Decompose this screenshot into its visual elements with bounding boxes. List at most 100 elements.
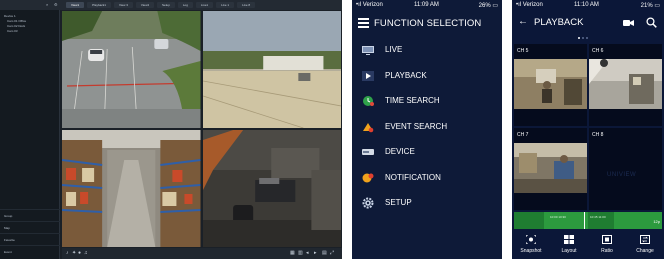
battery-indicator: 26% ▭ xyxy=(479,2,498,9)
layout-icon[interactable]: ▦ xyxy=(290,250,295,256)
tab[interactable]: Setup xyxy=(157,2,175,8)
time-search-icon xyxy=(363,96,374,106)
sidebar-section-item[interactable]: Event xyxy=(0,245,60,257)
live-monitor-icon xyxy=(362,46,374,55)
timeline-playhead[interactable] xyxy=(584,212,585,229)
channel-tile[interactable]: CH 6 xyxy=(589,44,662,126)
menu-item-device[interactable]: DEVICE xyxy=(352,140,502,166)
settings-icon[interactable]: ⚙ xyxy=(54,2,58,7)
grid-icon[interactable]: ▤ xyxy=(322,250,327,256)
fullscreen-icon[interactable]: ⤢ xyxy=(330,250,334,256)
layout-button[interactable]: Layout xyxy=(550,231,588,259)
capture-icon[interactable]: ✦ xyxy=(72,250,76,256)
live-view-grid xyxy=(62,11,341,247)
playback-screen: •ıl Verizon 11:10 AM 21% ▭ ← PLAYBACK CH… xyxy=(512,0,664,259)
tab[interactable]: Live 8 xyxy=(237,2,256,8)
video-record-icon[interactable] xyxy=(623,19,634,27)
search-icon[interactable] xyxy=(646,17,657,28)
timeline-end-label: 12p xyxy=(653,219,660,224)
menu-item-live[interactable]: LIVE xyxy=(352,38,502,64)
menu-item-label: LIVE xyxy=(385,45,403,54)
layout-icon xyxy=(564,235,574,244)
sidebar-section-item[interactable]: Map xyxy=(0,221,60,233)
menu-item-label: SETUP xyxy=(385,198,412,207)
device-tree-item[interactable]: Cam 03 xyxy=(0,29,60,34)
watermark-logo: UNIVIEW xyxy=(607,172,637,178)
hamburger-menu-icon[interactable] xyxy=(358,18,369,28)
toolbar-label: Change xyxy=(636,248,654,254)
sidebar-section-item[interactable]: Group xyxy=(0,209,60,221)
snapshot-button[interactable]: Snapshot xyxy=(512,231,550,259)
change-button[interactable]: Change xyxy=(626,231,664,259)
tab[interactable]: Live 1 xyxy=(216,2,235,8)
split-icon[interactable]: ▥ xyxy=(298,250,303,256)
function-selection-header: FUNCTION SELECTION xyxy=(352,12,502,36)
menu-item-event-search[interactable]: EVENT SEARCH xyxy=(352,115,502,141)
camera-feed-office[interactable] xyxy=(202,130,341,247)
tab[interactable]: View4 xyxy=(135,2,155,8)
channel-label: CH 7 xyxy=(517,132,529,138)
sidebar-section-item[interactable]: Favorite xyxy=(0,233,60,245)
back-arrow-icon[interactable]: ← xyxy=(518,16,528,27)
search-icon[interactable]: ⌕ xyxy=(46,2,50,7)
channel-feed xyxy=(589,59,662,109)
menu-item-label: DEVICE xyxy=(385,147,415,156)
toolbar-label: Ratio xyxy=(601,248,613,254)
menu-item-notification[interactable]: NOTIFICATION xyxy=(352,166,502,192)
function-menu: LIVE PLAYBACK TIME SEARCH EVENT SEARCH D… xyxy=(352,38,502,217)
camera-feed-rooftop[interactable] xyxy=(202,11,341,128)
playback-header: ← PLAYBACK xyxy=(512,12,664,34)
channel-tile[interactable]: CH 8 UNIVIEW xyxy=(589,128,662,210)
playback-icon xyxy=(362,70,374,81)
menu-item-label: EVENT SEARCH xyxy=(385,121,448,131)
menu-item-label: TIME SEARCH xyxy=(385,96,440,105)
page-dot xyxy=(582,37,584,39)
signal-icon: •ıl xyxy=(516,2,523,8)
function-selection-screen: •ıl Verizon 11:09 AM 26% ▭ FUNCTION SELE… xyxy=(352,0,502,259)
menu-item-playback[interactable]: PLAYBACK xyxy=(352,64,502,90)
clock: 11:10 AM xyxy=(574,2,599,8)
channel-feed xyxy=(514,59,587,109)
notification-icon xyxy=(362,173,374,182)
ratio-button[interactable]: Ratio xyxy=(588,231,626,259)
prev-icon[interactable]: ◂ xyxy=(306,250,309,256)
battery-indicator: 21% ▭ xyxy=(641,2,660,9)
page-indicator xyxy=(578,37,588,39)
playback-timeline[interactable]: 10:00 10:30 10:45 11:00 12p xyxy=(514,212,662,229)
status-bar: •ıl Verizon 11:10 AM 21% ▭ xyxy=(512,0,664,11)
carrier-label: •ıl Verizon xyxy=(356,2,383,8)
menu-item-setup[interactable]: SETUP xyxy=(352,191,502,217)
timeline-label: 10:00 10:30 xyxy=(550,215,566,219)
camera-feed-warehouse[interactable] xyxy=(62,130,201,247)
camera-feed-parking-lot[interactable] xyxy=(62,11,201,128)
gear-icon xyxy=(362,197,374,209)
event-search-icon xyxy=(363,122,374,132)
audio-icon[interactable]: ♫ xyxy=(84,250,88,256)
page-title: PLAYBACK xyxy=(534,17,584,28)
change-icon xyxy=(640,235,650,244)
tab[interactable]: View 3 xyxy=(113,2,133,8)
device-tree: Device 1 Cam 01 Office Cam 02 Dock Cam 0… xyxy=(0,14,60,34)
record-icon[interactable]: ● xyxy=(78,250,81,256)
battery-icon: ▭ xyxy=(654,3,660,9)
sidebar-sections: Group Map Favorite Event xyxy=(0,209,60,257)
tab[interactable]: Playback1 xyxy=(87,2,111,8)
snapshot-icon xyxy=(526,235,536,244)
next-icon[interactable]: ▸ xyxy=(314,250,317,256)
menu-item-time-search[interactable]: TIME SEARCH xyxy=(352,89,502,115)
page-title: FUNCTION SELECTION xyxy=(374,18,482,29)
channel-tile[interactable]: CH 7 xyxy=(514,128,587,210)
toolbar-label: Layout xyxy=(561,248,577,254)
tab[interactable]: Live1 xyxy=(195,2,214,8)
microphone-icon[interactable]: ♪ xyxy=(66,250,69,256)
tab[interactable]: View1 xyxy=(66,2,85,8)
channel-tile[interactable]: CH 5 xyxy=(514,44,587,126)
carrier-name: Verizon xyxy=(522,2,543,8)
ratio-icon xyxy=(602,235,612,244)
desktop-top-bar: ⌕ ⚙ View1 Playback1 View 3 View4 Setup L… xyxy=(0,0,342,10)
clock: 11:09 AM xyxy=(414,2,439,8)
toolbar-label: Snapshot xyxy=(520,248,542,254)
timeline-label: 10:45 11:00 xyxy=(590,215,606,219)
tab[interactable]: Log xyxy=(177,2,193,8)
battery-percent: 26% xyxy=(478,3,491,9)
